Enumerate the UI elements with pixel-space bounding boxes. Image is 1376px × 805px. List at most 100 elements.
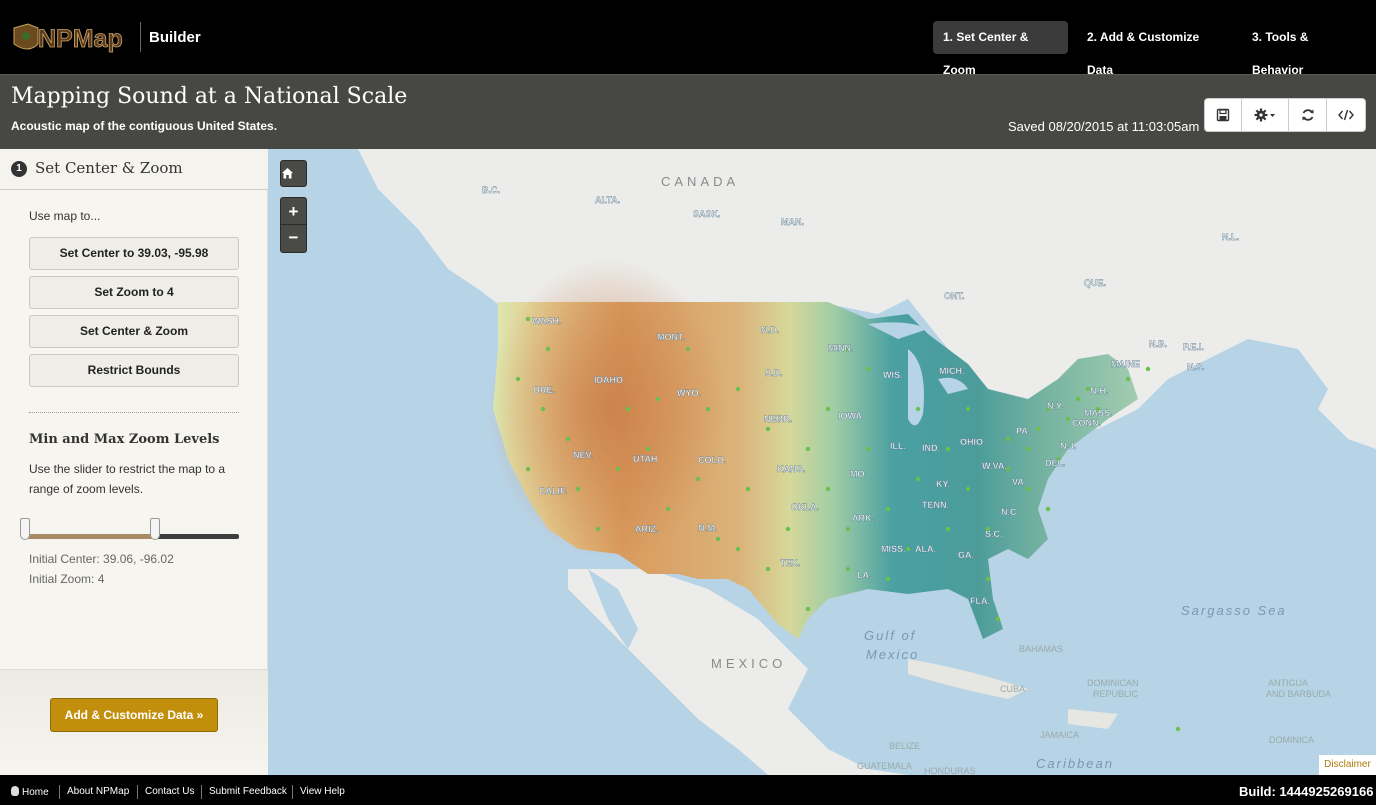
home-button[interactable] <box>280 160 307 187</box>
label-sargasso-sea: Sargasso Sea <box>1181 603 1287 618</box>
footer: Home About NPMap Contact Us Submit Feedb… <box>0 778 1376 805</box>
home-icon <box>282 168 293 179</box>
contact-us-link[interactable]: Contact Us <box>145 786 194 797</box>
logo-divider <box>140 22 141 52</box>
slider-max-handle[interactable] <box>150 518 160 540</box>
label-caribbean: Caribbean <box>1036 756 1114 771</box>
set-center-zoom-button[interactable]: Set Center & Zoom <box>29 315 239 348</box>
code-icon <box>1338 109 1355 121</box>
top-navbar: NPMap Builder 1. Set Center & Zoom 2. Ad… <box>0 0 1376 77</box>
svg-text:UTAH: UTAH <box>633 454 657 464</box>
svg-text:MINN.: MINN. <box>828 343 854 353</box>
svg-text:ORE.: ORE. <box>533 385 555 395</box>
map-toolbar <box>1204 98 1366 132</box>
svg-text:N.H.: N.H. <box>1090 386 1108 396</box>
footer-divider <box>201 785 202 799</box>
svg-text:NEV.: NEV. <box>573 450 593 460</box>
sidebar-title: Set Center & Zoom <box>35 159 183 177</box>
svg-text:OHIO: OHIO <box>960 437 983 447</box>
tab-tools-behavior[interactable]: 3. Tools & Behavior <box>1242 21 1370 77</box>
svg-text:B.C.: B.C. <box>482 185 500 195</box>
submit-feedback-link[interactable]: Submit Feedback <box>209 786 287 797</box>
svg-text:WIS.: WIS. <box>883 370 903 380</box>
svg-text:MO.: MO. <box>850 469 867 479</box>
save-button[interactable] <box>1205 99 1242 131</box>
restrict-bounds-button[interactable]: Restrict Bounds <box>29 354 239 387</box>
refresh-button[interactable] <box>1289 99 1328 131</box>
footer-divider <box>59 785 60 799</box>
svg-text:PA.: PA. <box>1016 426 1030 436</box>
svg-text:REPUBLIC: REPUBLIC <box>1093 689 1139 699</box>
svg-text:CALIF.: CALIF. <box>539 486 567 496</box>
set-center-button[interactable]: Set Center to 39.03, -95.98 <box>29 237 239 270</box>
label-mexico: MEXICO <box>711 656 786 671</box>
set-zoom-button[interactable]: Set Zoom to 4 <box>29 276 239 309</box>
tab-add-customize-data[interactable]: 2. Add & Customize Data <box>1077 21 1236 77</box>
svg-text:MONT.: MONT. <box>657 332 685 342</box>
svg-text:MASS.: MASS. <box>1084 408 1113 418</box>
sidebar: 1 Set Center & Zoom Use map to... Set Ce… <box>0 149 268 775</box>
svg-text:KY.: KY. <box>936 479 950 489</box>
svg-text:COLO.: COLO. <box>698 455 727 465</box>
svg-text:N.M.: N.M. <box>698 523 717 533</box>
home-footer-link[interactable]: Home <box>11 786 49 798</box>
slider-range-fill <box>25 534 155 539</box>
label-gulf-line2: Mexico <box>866 647 919 662</box>
svg-text:QUE.: QUE. <box>1084 278 1106 288</box>
npmap-logo[interactable]: NPMap <box>10 22 136 54</box>
label-gulf-line1: Gulf of <box>864 628 916 643</box>
svg-text:BAHAMAS: BAHAMAS <box>1019 644 1063 654</box>
view-help-link[interactable]: View Help <box>300 786 345 797</box>
svg-text:VA.: VA. <box>1012 477 1026 487</box>
step-number-badge: 1 <box>11 161 27 177</box>
code-button[interactable] <box>1327 99 1365 131</box>
zoom-range-slider[interactable] <box>20 518 239 542</box>
zoom-levels-heading: Min and Max Zoom Levels <box>29 432 220 447</box>
svg-text:ALA.: ALA. <box>915 544 936 554</box>
svg-text:DOMINICA: DOMINICA <box>1269 735 1314 745</box>
add-customize-data-button[interactable]: Add & Customize Data » <box>50 698 218 732</box>
disclaimer-link[interactable]: Disclaimer <box>1319 755 1376 775</box>
svg-text:ONT.: ONT. <box>944 291 965 301</box>
map-title[interactable]: Mapping Sound at a National Scale <box>11 84 407 109</box>
divider <box>29 412 239 413</box>
svg-text:NPMap: NPMap <box>38 25 123 53</box>
settings-dropdown-button[interactable] <box>1242 99 1290 131</box>
svg-text:ALTA.: ALTA. <box>595 195 620 205</box>
svg-text:N.Y.: N.Y. <box>1047 401 1064 411</box>
svg-text:DOMINICAN: DOMINICAN <box>1087 678 1139 688</box>
refresh-icon <box>1302 109 1314 121</box>
zoom-out-button[interactable]: − <box>281 225 306 252</box>
svg-text:TEX.: TEX. <box>780 558 800 568</box>
svg-text:FLA.: FLA. <box>970 596 990 606</box>
paw-icon <box>11 786 19 796</box>
footer-divider <box>292 785 293 799</box>
svg-text:N.B.: N.B. <box>1149 339 1167 349</box>
svg-text:NEBR.: NEBR. <box>764 414 792 424</box>
svg-text:TENN.: TENN. <box>922 500 949 510</box>
svg-text:N.L.: N.L. <box>1222 232 1239 242</box>
label-canada: CANADA <box>661 174 739 189</box>
svg-text:IDAHO: IDAHO <box>594 375 623 385</box>
svg-text:ANTIGUA: ANTIGUA <box>1268 678 1308 688</box>
svg-text:MISS.: MISS. <box>881 544 906 554</box>
zoom-in-button[interactable]: + <box>281 198 306 225</box>
slider-min-handle[interactable] <box>20 518 30 540</box>
map-description[interactable]: Acoustic map of the contiguous United St… <box>11 119 277 133</box>
svg-text:GUATEMALA: GUATEMALA <box>857 761 912 771</box>
svg-text:HONDURAS: HONDURAS <box>924 766 976 775</box>
svg-text:AND BARBUDA: AND BARBUDA <box>1266 689 1331 699</box>
gear-icon <box>1254 108 1276 122</box>
svg-text:IOWA: IOWA <box>838 411 862 421</box>
svg-text:OKLA.: OKLA. <box>791 502 819 512</box>
use-map-label: Use map to... <box>29 209 101 223</box>
about-npmap-link[interactable]: About NPMap <box>67 786 129 797</box>
build-number: Build: 1444925269166 <box>1239 784 1374 799</box>
save-icon <box>1216 108 1230 122</box>
tab-set-center-zoom[interactable]: 1. Set Center & Zoom <box>933 21 1068 77</box>
saved-status: Saved 08/20/2015 at 11:03:05am <box>1008 119 1200 134</box>
svg-text:N.C.: N.C. <box>1001 507 1019 517</box>
zoom-control: + − <box>280 197 307 253</box>
map-canvas[interactable]: CANADA MEXICO Gulf of Mexico Sargasso Se… <box>268 149 1376 775</box>
svg-text:CUBA: CUBA <box>1000 684 1025 694</box>
